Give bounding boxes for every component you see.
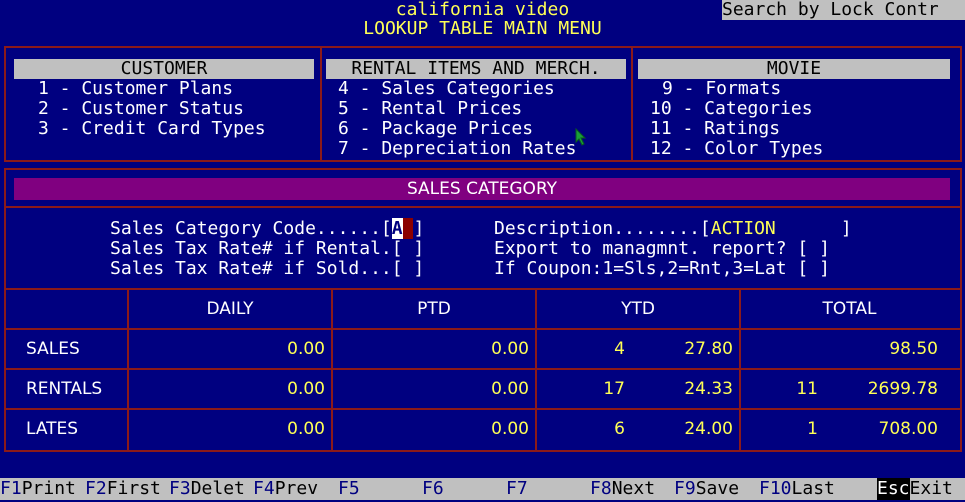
sales-ptd: 0.00: [491, 339, 529, 359]
column-header-daily: DAILY: [206, 299, 254, 319]
code-close: ]: [413, 218, 425, 239]
menu-divider: [320, 48, 322, 160]
row-label-rentals: RENTALS: [26, 379, 103, 399]
f9-save-key[interactable]: F9 Save: [674, 478, 759, 500]
sales-ytd-count: 4: [614, 339, 625, 359]
f3-delete-key[interactable]: F3 Delet: [169, 478, 253, 500]
menu-item-package-prices[interactable]: 6 - Package Prices: [338, 119, 533, 139]
code-input-tail: [402, 218, 414, 239]
coupon-field[interactable]: If Coupon:1=Sls,2=Rnt,3=Lat [ ]: [494, 259, 830, 279]
code-label: Sales Category Code......[: [110, 218, 392, 239]
movie-menu-title: MOVIE: [638, 59, 950, 79]
f5-key[interactable]: F5: [338, 478, 422, 500]
rentals-total-count: 11: [796, 379, 818, 399]
mouse-pointer-icon: [575, 128, 587, 146]
table-row-line: [6, 328, 960, 330]
rentals-total: 2699.78: [867, 379, 938, 399]
sales-total: 98.50: [889, 339, 938, 359]
menu-item-ratings[interactable]: 11 - Ratings: [650, 119, 780, 139]
customer-menu-title: CUSTOMER: [14, 59, 314, 79]
lates-total: 708.00: [878, 419, 938, 439]
column-header-ytd: YTD: [621, 299, 655, 319]
rental-tax-field[interactable]: Sales Tax Rate# if Rental.[ ]: [110, 239, 424, 259]
f1-print-key[interactable]: F1 Print: [0, 478, 85, 500]
code-input[interactable]: A: [391, 218, 403, 239]
menu-item-rental-prices[interactable]: 5 - Rental Prices: [338, 99, 522, 119]
menu-item-categories[interactable]: 10 - Categories: [650, 99, 813, 119]
menu-item-customer-plans[interactable]: 1 - Customer Plans: [38, 79, 233, 99]
row-label-sales: SALES: [26, 339, 80, 359]
f4-prev-key[interactable]: F4 Prev: [253, 478, 338, 500]
menu-item-color-types[interactable]: 12 - Color Types: [650, 139, 823, 159]
description-input[interactable]: ACTION: [711, 218, 776, 239]
export-report-field[interactable]: Export to managmnt. report? [ ]: [494, 239, 830, 259]
sales-daily: 0.00: [287, 339, 325, 359]
f6-key[interactable]: F6: [422, 478, 506, 500]
menu-item-formats[interactable]: 9 - Formats: [662, 79, 781, 99]
description-label: Description........[: [494, 218, 711, 239]
lates-ytd: 24.00: [684, 419, 733, 439]
lates-total-count: 1: [807, 419, 818, 439]
f8-next-key[interactable]: F8 Next: [590, 478, 674, 500]
rentals-ptd: 0.00: [491, 379, 529, 399]
row-label-lates: LATES: [26, 419, 79, 439]
section-divider: [6, 206, 960, 208]
lates-ptd: 0.00: [491, 419, 529, 439]
esc-exit-key[interactable]: Esc Exit: [877, 478, 965, 500]
menu-item-customer-status[interactable]: 2 - Customer Status: [38, 99, 244, 119]
menu-item-sales-categories[interactable]: 4 - Sales Categories: [338, 79, 555, 99]
sales-category-code-field[interactable]: Sales Category Code......[A ]: [110, 218, 425, 239]
column-header-ptd: PTD: [417, 299, 451, 319]
f10-last-key[interactable]: F10 Last: [759, 478, 877, 500]
table-top-line: [6, 288, 960, 290]
column-header-total: TOTAL: [822, 299, 877, 319]
menu-item-credit-card-types[interactable]: 3 - Credit Card Types: [38, 119, 266, 139]
rentals-daily: 0.00: [287, 379, 325, 399]
table-row-line: [6, 368, 960, 370]
rental-menu-title: RENTAL ITEMS AND MERCH.: [326, 59, 626, 79]
menu-item-depreciation-rates[interactable]: 7 - Depreciation Rates: [338, 139, 576, 159]
description-field[interactable]: Description........[ACTION ]: [494, 219, 852, 239]
sold-tax-field[interactable]: Sales Tax Rate# if Sold...[ ]: [110, 259, 424, 279]
menu-divider: [631, 48, 633, 160]
rentals-ytd: 24.33: [684, 379, 733, 399]
lates-ytd-count: 6: [614, 419, 625, 439]
sales-ytd: 27.80: [684, 339, 733, 359]
f2-first-key[interactable]: F2 First: [85, 478, 169, 500]
table-row-line: [6, 408, 960, 410]
search-field[interactable]: Search by Lock Contr: [722, 0, 965, 20]
description-close: ]: [840, 218, 852, 239]
lates-daily: 0.00: [287, 419, 325, 439]
sales-category-title: SALES CATEGORY: [14, 178, 950, 200]
rentals-ytd-count: 17: [603, 379, 625, 399]
f7-key[interactable]: F7: [506, 478, 590, 500]
function-key-bar: F1 Print F2 First F3 Delet F4 Prev F5 F6 F7 …: [0, 478, 965, 500]
menu-title: LOOKUP TABLE MAIN MENU: [363, 18, 602, 39]
